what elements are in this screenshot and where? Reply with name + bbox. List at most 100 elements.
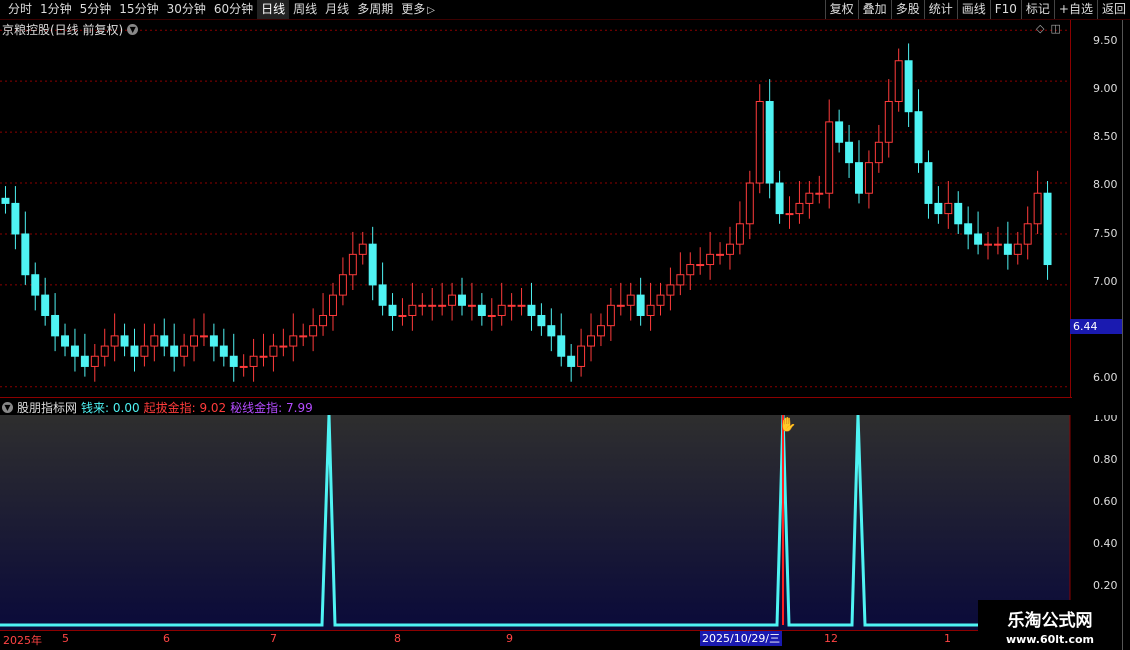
candle-body xyxy=(51,314,60,337)
indicator-name[interactable]: 股朋指标网 xyxy=(17,399,77,416)
candle-body xyxy=(706,253,715,266)
overlay-button[interactable]: 叠加 xyxy=(857,0,891,19)
candle xyxy=(51,293,60,352)
candle-body xyxy=(1,197,10,204)
candle-body xyxy=(1033,192,1042,225)
candle-body xyxy=(894,60,903,103)
add-watchlist-button[interactable]: +自选 xyxy=(1053,0,1097,19)
candle-body xyxy=(90,355,99,367)
mark-button[interactable]: 标记 xyxy=(1020,0,1054,19)
tab-15min[interactable]: 15分钟 xyxy=(115,0,162,19)
stock-title-label: 京粮控股(日线 前复权) xyxy=(2,23,124,37)
tab-more[interactable]: 更多 ▷ xyxy=(397,0,439,19)
candle xyxy=(993,226,1002,255)
candle xyxy=(557,313,566,367)
candle-body xyxy=(825,121,834,194)
indicator-chart[interactable]: ✋ 1.00 0.80 0.60 0.40 0.20 xyxy=(0,415,1122,630)
period-tabs: 分时 1分钟 5分钟 15分钟 30分钟 60分钟 日线 周线 月线 多周期 更… xyxy=(4,0,439,19)
candle xyxy=(120,323,129,357)
candle xyxy=(229,333,238,382)
candle-body xyxy=(984,243,992,246)
tab-intraday[interactable]: 分时 xyxy=(4,0,36,19)
candle-body xyxy=(348,253,357,276)
candle-body xyxy=(904,60,913,113)
candle xyxy=(745,170,754,240)
tab-more-label: 更多 xyxy=(401,2,426,16)
watermark-url: www.60lt.com xyxy=(1005,633,1095,646)
right-side-panel[interactable] xyxy=(1122,20,1130,650)
candle xyxy=(606,287,615,341)
candle-body xyxy=(716,253,725,256)
tab-60min[interactable]: 60分钟 xyxy=(210,0,257,19)
price-tick: 8.50 xyxy=(1093,130,1118,143)
tab-1min[interactable]: 1分钟 xyxy=(36,0,76,19)
diamond-icon[interactable]: ◇ xyxy=(1036,22,1044,35)
candle xyxy=(984,231,992,260)
tab-30min[interactable]: 30分钟 xyxy=(163,0,210,19)
tab-daily[interactable]: 日线 xyxy=(257,0,290,19)
candle xyxy=(408,282,417,331)
candle xyxy=(775,170,784,224)
candle-body xyxy=(31,274,40,296)
candle-body xyxy=(11,202,20,235)
candle-body xyxy=(329,294,337,316)
draw-line-button[interactable]: 画线 xyxy=(956,0,990,19)
candle xyxy=(180,333,189,367)
indicator-value-qiba: 起拔金指: 9.02 xyxy=(143,400,227,415)
candle xyxy=(388,293,397,331)
candle-body xyxy=(388,304,397,316)
candle-body xyxy=(934,202,943,215)
candle xyxy=(864,150,873,209)
candle-body xyxy=(408,304,417,316)
candle xyxy=(507,293,516,321)
candle xyxy=(855,140,863,204)
candle xyxy=(765,79,774,199)
candle-body xyxy=(209,335,218,347)
candle xyxy=(616,282,625,316)
candle-body xyxy=(61,335,69,347)
indicator-header: ▼ 股朋指标网 钱来: 0.00 起拔金指: 9.02 秘线金指: 7.99 xyxy=(0,397,1072,416)
candle-body xyxy=(289,335,298,347)
tab-5min[interactable]: 5分钟 xyxy=(76,0,116,19)
price-axis xyxy=(1070,20,1123,397)
candle-body xyxy=(696,264,705,267)
candle xyxy=(1003,221,1012,270)
multi-stock-button[interactable]: 多股 xyxy=(890,0,924,19)
candle-body xyxy=(458,294,466,306)
candle xyxy=(170,323,179,372)
candle-body xyxy=(130,345,139,357)
date-label: 7 xyxy=(270,632,277,645)
tab-monthly[interactable]: 月线 xyxy=(321,0,353,19)
restore-rights-button[interactable]: 复权 xyxy=(824,0,858,19)
chevron-down-icon[interactable]: ▼ xyxy=(2,401,13,413)
candle xyxy=(31,262,40,311)
window-icon[interactable]: ◫ xyxy=(1050,22,1060,35)
tab-weekly[interactable]: 周线 xyxy=(289,0,321,19)
statistics-button[interactable]: 统计 xyxy=(923,0,957,19)
candle-body xyxy=(587,335,595,347)
candle-body xyxy=(487,314,496,317)
candle xyxy=(785,196,794,229)
candle xyxy=(716,242,725,265)
candle-body xyxy=(1013,243,1022,255)
hand-cursor-icon: ✋ xyxy=(779,416,796,433)
candle xyxy=(497,282,506,326)
watermark-title: 乐淘公式网 xyxy=(1007,611,1093,631)
candle-body xyxy=(80,355,89,367)
candle xyxy=(914,89,923,173)
candle xyxy=(378,262,387,316)
candle xyxy=(924,150,933,219)
candle-body xyxy=(319,314,328,327)
back-button[interactable]: 返回 xyxy=(1096,0,1130,19)
candle xyxy=(458,277,466,316)
candlestick-chart[interactable] xyxy=(0,20,1070,397)
f10-button[interactable]: F10 xyxy=(989,0,1021,19)
price-tick: 9.00 xyxy=(1093,82,1118,95)
tab-multi-period[interactable]: 多周期 xyxy=(353,0,397,19)
chevron-down-icon[interactable]: ▼ xyxy=(127,24,139,35)
selected-date: 2025/10/29/三 xyxy=(700,631,783,646)
candle-body xyxy=(477,304,486,316)
candle xyxy=(894,48,903,112)
candle xyxy=(329,282,337,331)
price-tick: 8.00 xyxy=(1093,178,1118,191)
